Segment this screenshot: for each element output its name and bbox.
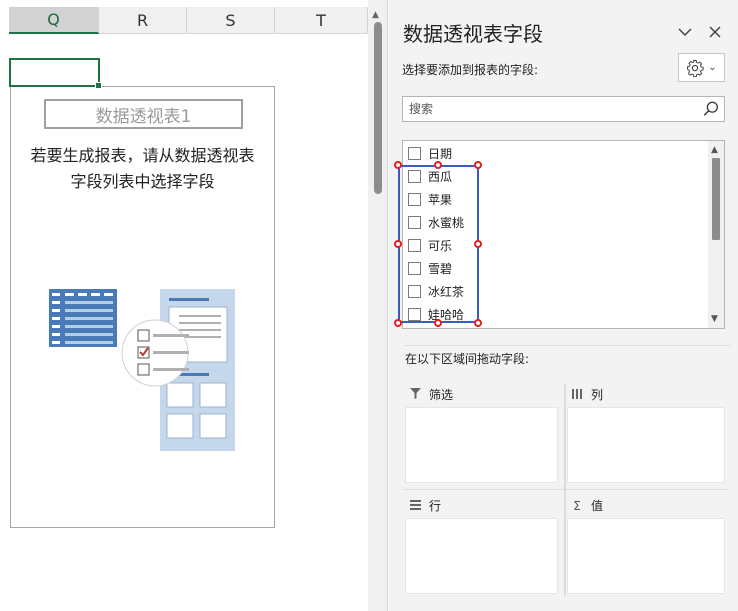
- pivot-illustration-icon: [49, 289, 239, 458]
- field-list[interactable]: 日期 西瓜 苹果 水蜜桃 可乐 雪碧 冰红茶 娃哈哈 ▲ ▼: [402, 140, 725, 329]
- active-cell-selection[interactable]: [9, 58, 102, 89]
- caret-down-icon: ⌄: [708, 62, 717, 73]
- close-icon[interactable]: [705, 22, 725, 42]
- pane-subtitle: 选择要添加到报表的字段:: [402, 63, 539, 77]
- field-item-ice-tea[interactable]: 冰红茶: [408, 281, 464, 301]
- field-label: 雪碧: [428, 261, 453, 276]
- filter-drop-area[interactable]: [405, 407, 558, 483]
- field-label: 可乐: [428, 238, 453, 253]
- funnel-icon: [409, 387, 421, 402]
- field-item-peach[interactable]: 水蜜桃: [408, 212, 464, 232]
- field-checkbox[interactable]: [408, 169, 421, 183]
- columns-drop-area[interactable]: [567, 407, 725, 483]
- area-divider-vertical: [564, 384, 566, 596]
- field-label: 冰红茶: [428, 284, 465, 299]
- scroll-down-arrow-icon[interactable]: ▼: [711, 314, 718, 324]
- field-item-watermelon[interactable]: 西瓜: [408, 166, 452, 186]
- section-divider: [405, 345, 730, 346]
- field-checkbox[interactable]: [408, 261, 421, 275]
- field-checkbox[interactable]: [408, 284, 421, 298]
- resize-handle-right[interactable]: [474, 240, 482, 248]
- field-checkbox[interactable]: [408, 215, 421, 229]
- field-item-sprite[interactable]: 雪碧: [408, 258, 452, 278]
- pivot-hint-line-2: 字段列表中选择字段: [70, 172, 215, 191]
- pane-title: 数据透视表字段: [403, 22, 543, 46]
- resize-handle-top-right[interactable]: [474, 161, 482, 169]
- pivot-hint: 若要生成报表，请从数据透视表 字段列表中选择字段: [11, 143, 274, 195]
- field-label: 苹果: [428, 192, 453, 207]
- columns-area-title: 列: [571, 386, 603, 403]
- field-checkbox[interactable]: [408, 307, 421, 321]
- pivot-table-name: 数据透视表1: [44, 99, 243, 129]
- chevron-down-icon[interactable]: [675, 22, 695, 42]
- column-header-q[interactable]: Q: [9, 7, 99, 34]
- field-label: 西瓜: [428, 169, 453, 184]
- scrollbar-thumb[interactable]: [374, 22, 382, 194]
- search-input[interactable]: [403, 97, 693, 121]
- filter-area-label: 筛选: [429, 388, 454, 402]
- field-list-scroll-thumb[interactable]: [712, 158, 720, 240]
- field-item-cola[interactable]: 可乐: [408, 235, 452, 255]
- pivot-hint-line-1: 若要生成报表，请从数据透视表: [30, 146, 255, 165]
- field-label: 日期: [428, 146, 453, 161]
- scroll-up-arrow-icon[interactable]: ▲: [711, 145, 718, 155]
- pivot-table-placeholder[interactable]: 数据透视表1 若要生成报表，请从数据透视表 字段列表中选择字段: [10, 86, 275, 528]
- resize-handle-top-left[interactable]: [394, 161, 402, 169]
- values-area-label: 值: [591, 499, 604, 513]
- columns-area-label: 列: [591, 388, 604, 402]
- resize-handle-left[interactable]: [394, 240, 402, 248]
- field-list-scrollbar[interactable]: ▲ ▼: [708, 141, 724, 328]
- pivot-fields-pane: 数据透视表字段 选择要添加到报表的字段: ⌄ 日期 西瓜 苹果 水蜜桃 可乐 雪…: [389, 0, 738, 611]
- rows-area-label: 行: [429, 499, 442, 513]
- field-item-apple[interactable]: 苹果: [408, 189, 452, 209]
- area-divider-horizontal: [403, 489, 728, 490]
- filter-area-title: 筛选: [409, 386, 453, 403]
- field-checkbox[interactable]: [408, 192, 421, 206]
- values-drop-area[interactable]: [567, 518, 725, 594]
- resize-handle-bottom-left[interactable]: [394, 319, 402, 327]
- field-label: 娃哈哈: [428, 307, 465, 322]
- resize-handle-bottom-right[interactable]: [474, 319, 482, 327]
- column-header-s[interactable]: S: [187, 7, 275, 34]
- field-checkbox[interactable]: [408, 238, 421, 252]
- search-icon[interactable]: [702, 100, 720, 118]
- rows-area-title: 行: [409, 497, 441, 514]
- rows-drop-area[interactable]: [405, 518, 558, 594]
- worksheet-vertical-scrollbar[interactable]: ▲: [368, 0, 388, 611]
- gear-icon: [687, 59, 704, 77]
- column-header-r[interactable]: R: [99, 7, 187, 34]
- field-label: 水蜜桃: [428, 215, 465, 230]
- values-area-title: Σ 值: [571, 497, 603, 514]
- drag-areas-label: 在以下区域间拖动字段:: [405, 352, 530, 366]
- resize-handle-bottom[interactable]: [434, 319, 442, 327]
- column-header-t[interactable]: T: [275, 7, 368, 34]
- field-checkbox[interactable]: [408, 146, 421, 160]
- field-item-date[interactable]: 日期: [408, 143, 452, 163]
- resize-handle-top[interactable]: [434, 161, 442, 169]
- scroll-up-arrow-icon[interactable]: ▲: [372, 10, 379, 20]
- columns-icon: [571, 388, 583, 402]
- rows-icon: [409, 499, 421, 513]
- settings-button[interactable]: ⌄: [678, 53, 725, 82]
- field-search-box[interactable]: [402, 96, 725, 122]
- sigma-icon: Σ: [573, 498, 581, 513]
